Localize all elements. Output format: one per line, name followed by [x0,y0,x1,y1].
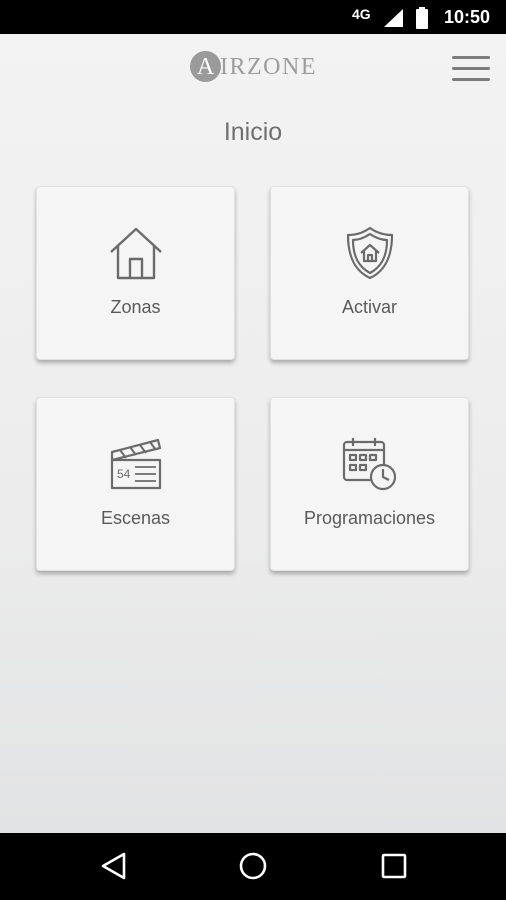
back-triangle-icon[interactable] [97,849,131,883]
tile-zonas[interactable]: Zonas [36,186,235,360]
app-screen: A IRZONE Inicio Zonas Activar 54 Escenas… [0,34,506,833]
logo-initial: A [190,51,221,82]
logo-text: IRZONE [220,54,317,80]
status-bar: 4G 10:50 [0,0,506,34]
navigation-bar [0,833,506,900]
tile-label: Activar [341,297,397,317]
clapperboard-icon: 54 [37,436,234,497]
clock: 10:50 [444,7,491,27]
hamburger-menu-icon[interactable] [452,56,490,82]
tile-label: Zonas [110,297,161,317]
tile-escenas[interactable]: 54 Escenas [36,397,235,571]
house-icon [37,225,234,286]
svg-text:54: 54 [117,467,131,481]
tile-programaciones[interactable]: Programaciones [270,397,469,571]
signal-icon [382,8,404,33]
recents-square-icon[interactable] [377,849,411,883]
tile-label: Programaciones [303,508,436,528]
tile-label: Escenas [100,508,171,528]
battery-icon [416,7,428,34]
network-type: 4G [352,6,371,22]
shield-home-icon [271,225,468,286]
page-title: Inicio [223,118,283,146]
home-circle-icon[interactable] [236,849,270,883]
calendar-clock-icon [271,436,468,497]
tile-activar[interactable]: Activar [270,186,469,360]
